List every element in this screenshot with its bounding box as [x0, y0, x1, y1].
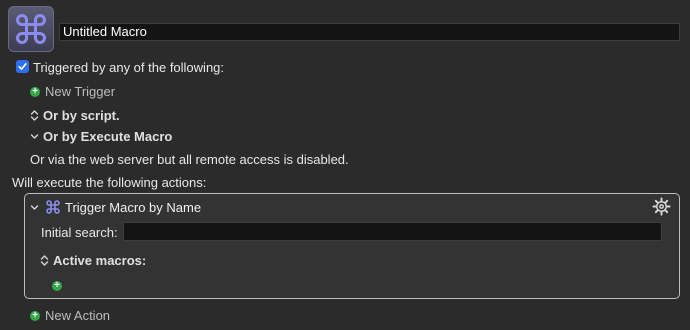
action-header[interactable]: Trigger Macro by Name — [30, 199, 201, 215]
initial-search-label: Initial search: — [41, 225, 118, 240]
or-by-script-disclosure[interactable]: Or by script. — [30, 108, 120, 123]
command-key-icon — [16, 14, 46, 44]
add-active-macro-button[interactable]: + — [52, 276, 62, 291]
or-by-execute-macro-disclosure[interactable]: Or by Execute Macro — [30, 129, 172, 144]
actions-header: Will execute the following actions: — [12, 175, 207, 190]
triggers-header: Triggered by any of the following: — [33, 60, 225, 75]
up-down-chevron-icon — [30, 110, 39, 121]
new-action-button[interactable]: + New Action — [30, 308, 110, 323]
chevron-down-icon — [30, 204, 39, 210]
or-by-script-label: Or by script. — [43, 108, 120, 123]
active-macros-label: Active macros: — [53, 253, 147, 268]
new-trigger-button[interactable]: + New Trigger — [30, 84, 115, 99]
macro-icon[interactable] — [8, 6, 54, 52]
chevron-down-icon — [30, 134, 39, 139]
action-title: Trigger Macro by Name — [65, 199, 202, 215]
action-gear-button[interactable] — [652, 197, 671, 219]
new-action-label: New Action — [45, 308, 111, 323]
new-trigger-label: New Trigger — [45, 84, 116, 99]
add-icon: + — [30, 86, 40, 97]
add-icon: + — [52, 281, 62, 291]
macro-name-field[interactable]: Untitled Macro — [59, 23, 680, 41]
up-down-chevron-icon — [40, 255, 49, 266]
web-server-note: Or via the web server but all remote acc… — [30, 152, 349, 167]
gear-icon — [652, 197, 671, 216]
checkmark-icon — [18, 63, 27, 70]
or-by-execute-macro-label: Or by Execute Macro — [43, 129, 173, 144]
active-macros-disclosure[interactable]: Active macros: — [40, 253, 146, 268]
initial-search-field[interactable] — [123, 222, 662, 241]
add-icon: + — [30, 310, 40, 321]
triggered-checkbox[interactable] — [16, 60, 29, 73]
command-key-icon — [46, 200, 60, 214]
